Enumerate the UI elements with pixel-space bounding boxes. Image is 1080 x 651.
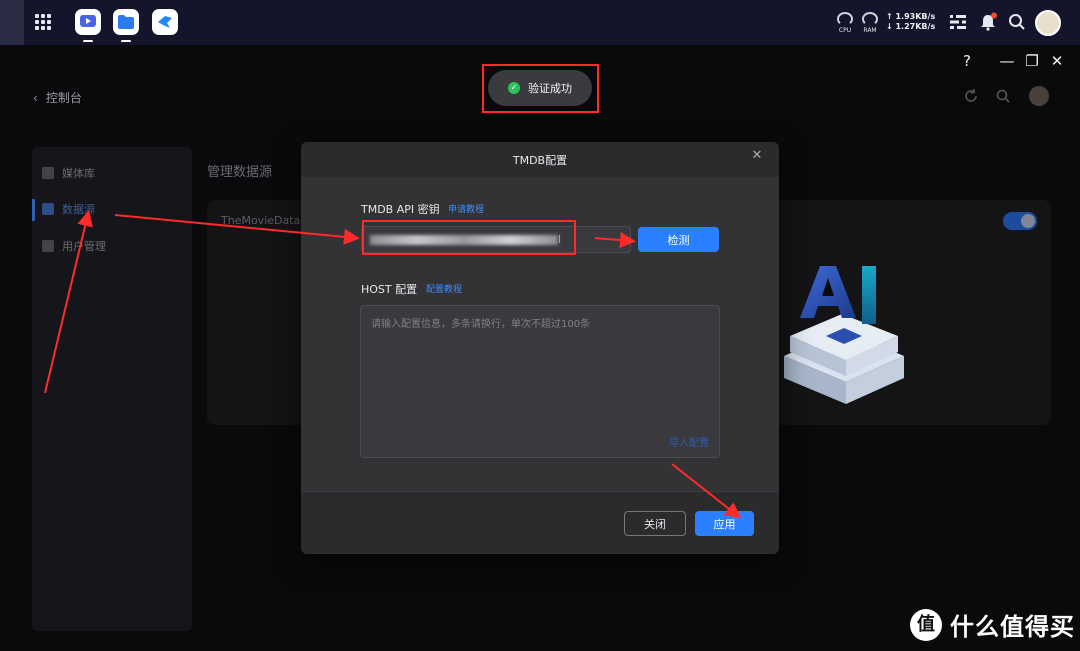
sidebar-active-indicator: [32, 199, 35, 221]
api-tutorial-link[interactable]: 申请教程: [448, 202, 484, 215]
header-search-icon[interactable]: [995, 88, 1013, 106]
cpu-label: CPU: [838, 27, 852, 34]
annotation-box-api-key: [362, 220, 576, 255]
sidebar-item-user-management[interactable]: 用户管理: [42, 234, 106, 258]
sidebar-item-label: 用户管理: [62, 240, 106, 253]
import-config-link[interactable]: 导入配置: [669, 434, 709, 449]
video-app-icon[interactable]: [75, 9, 101, 42]
host-tutorial-link[interactable]: 配置教程: [426, 282, 462, 295]
close-window-icon[interactable]: ✕: [1047, 52, 1067, 70]
watermark-badge: 值: [910, 608, 942, 641]
watermark: 值 什么值得买: [910, 607, 1075, 642]
sidebar-item-label: 数据源: [62, 203, 95, 216]
api-key-label: TMDB API 密钥: [361, 203, 440, 216]
host-config-textarea[interactable]: 请输入配置信息，多条请换行，单次不超过100条 导入配置: [360, 305, 720, 458]
minimize-icon[interactable]: —: [997, 52, 1017, 70]
breadcrumb-label: 控制台: [45, 91, 82, 105]
network-speed: ↑ 1.93KB/s ↓ 1.27KB/s: [886, 12, 935, 32]
apply-button[interactable]: 应用: [695, 511, 754, 536]
header-avatar[interactable]: [1029, 86, 1049, 106]
upload-speed: ↑ 1.93KB/s: [886, 12, 936, 21]
bird-app-icon[interactable]: [152, 9, 178, 35]
ram-label: RAM: [863, 27, 877, 34]
data-source-name: TheMovieDatab: [221, 214, 308, 227]
refresh-icon[interactable]: [963, 88, 981, 106]
host-config-label: HOST 配置: [361, 283, 418, 296]
user-management-icon: [42, 240, 54, 252]
detect-button[interactable]: 检测: [638, 227, 719, 252]
ai-illustration: [784, 266, 904, 404]
sidebar-item-label: 媒体库: [62, 167, 95, 180]
help-icon[interactable]: ?: [957, 52, 977, 70]
breadcrumb[interactable]: ‹ 控制台: [33, 89, 82, 106]
media-library-icon: [42, 167, 54, 179]
user-avatar[interactable]: [1035, 10, 1061, 36]
host-placeholder: 请输入配置信息，多条请换行，单次不超过100条: [371, 319, 591, 330]
search-icon[interactable]: [1007, 12, 1027, 32]
sidebar-item-media-library[interactable]: 媒体库: [42, 161, 95, 185]
notification-bell-icon[interactable]: [978, 12, 998, 32]
download-speed: ↓ 1.27KB/s: [886, 22, 936, 31]
page-title: 管理数据源: [207, 165, 273, 180]
data-source-toggle[interactable]: [1003, 212, 1037, 230]
sidebar-item-data-source[interactable]: 数据源: [42, 197, 95, 221]
watermark-text: 什么值得买: [950, 613, 1075, 641]
annotation-box-toast: [482, 64, 599, 113]
chevron-left-icon: ‹: [33, 91, 38, 105]
taskbar-edge: [0, 0, 24, 45]
cpu-gauge[interactable]: CPU: [835, 12, 855, 34]
dialog-title: TMDB配置: [512, 154, 568, 167]
system-taskbar: CPU RAM ↑ 1.93KB/s ↓ 1.27KB/s: [0, 0, 1080, 45]
file-manager-icon[interactable]: [113, 9, 139, 42]
restore-icon[interactable]: ❐: [1022, 52, 1042, 70]
ram-gauge[interactable]: RAM: [860, 12, 880, 34]
control-panel-icon[interactable]: [948, 12, 968, 32]
data-source-icon: [42, 203, 54, 215]
app-launcher-icon[interactable]: [35, 14, 51, 30]
close-button[interactable]: 关闭: [624, 511, 686, 536]
close-icon[interactable]: ✕: [749, 148, 765, 164]
